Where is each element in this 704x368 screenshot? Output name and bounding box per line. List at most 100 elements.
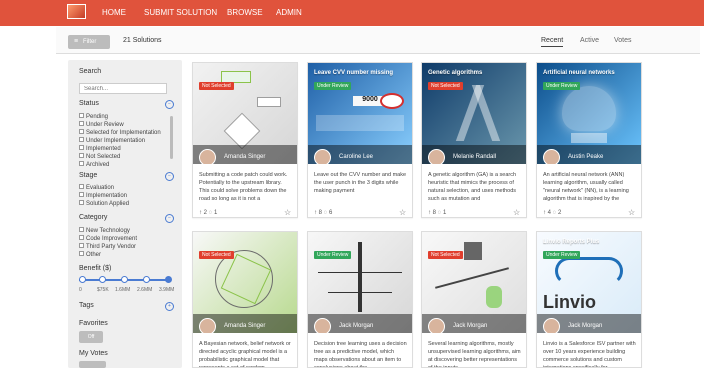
benefit-slider-max-handle[interactable] bbox=[165, 276, 172, 283]
author-name: Caroline Lee bbox=[339, 154, 374, 160]
status-under-review[interactable]: Under Review bbox=[79, 121, 167, 129]
status-label: Under Implementation bbox=[86, 138, 146, 144]
nav-home[interactable]: HOME bbox=[102, 8, 126, 17]
favorite-star-icon[interactable]: ☆ bbox=[399, 208, 406, 217]
benefit-tick-0: 0 bbox=[79, 287, 82, 293]
card-title: Leave CVV number missing bbox=[314, 70, 394, 76]
checkbox-icon bbox=[79, 243, 84, 248]
solution-card[interactable]: Artificial neural networks Under Review … bbox=[536, 62, 642, 218]
card-image: Not Selected Amanda Singer bbox=[193, 232, 297, 333]
status-not-selected[interactable]: Not Selected bbox=[79, 153, 167, 161]
filter-button[interactable]: ≡ Filter bbox=[68, 35, 110, 49]
category-label: Code Improvement bbox=[86, 236, 138, 242]
category-list: New Technology Code Improvement Third Pa… bbox=[79, 227, 167, 259]
stage-collapse-icon[interactable]: − bbox=[165, 172, 174, 181]
card-title: Linvio Reports Plus bbox=[543, 239, 600, 245]
avatar bbox=[428, 149, 445, 164]
vote-count: 4 bbox=[547, 210, 552, 216]
avatar bbox=[543, 149, 560, 164]
status-selected-implementation[interactable]: Selected for Implementation bbox=[79, 129, 167, 137]
card-stats: ↑ 8 ◌ 6 bbox=[314, 210, 332, 216]
status-badge: Under Review bbox=[314, 251, 352, 259]
status-badge: Under Review bbox=[543, 251, 581, 259]
checkbox-icon bbox=[79, 251, 84, 256]
card-description: An artificial neural network (ANN) learn… bbox=[543, 172, 629, 202]
checkbox-icon bbox=[79, 137, 84, 142]
status-badge: Not Selected bbox=[199, 82, 234, 90]
sort-active[interactable]: Active bbox=[580, 37, 599, 44]
avatar bbox=[314, 318, 331, 333]
sort-recent[interactable]: Recent bbox=[541, 37, 564, 47]
solution-card[interactable]: Leave CVV number missing 9000 Under Revi… bbox=[307, 62, 413, 218]
avatar bbox=[314, 149, 331, 164]
card-title: Genetic algorithms bbox=[428, 70, 483, 76]
status-badge: Not Selected bbox=[199, 251, 234, 259]
solution-card[interactable]: Not Selected Jack Morgan Several learnin… bbox=[421, 231, 527, 368]
vote-icon: ↑ bbox=[428, 210, 431, 216]
checkbox-icon bbox=[79, 113, 84, 118]
stage-list: Evaluation Implementation Solution Appli… bbox=[79, 184, 167, 208]
card-image: Genetic algorithms Not Selected Melanie … bbox=[422, 63, 526, 164]
my-votes-toggle[interactable] bbox=[79, 361, 106, 368]
solution-card[interactable]: Genetic algorithms Not Selected Melanie … bbox=[421, 62, 527, 218]
author-name: Amanda Singer bbox=[224, 323, 266, 329]
search-input[interactable] bbox=[79, 83, 167, 94]
vote-count: 8 bbox=[432, 210, 437, 216]
status-implemented[interactable]: Implemented bbox=[79, 145, 167, 153]
favorite-star-icon[interactable]: ☆ bbox=[513, 208, 520, 217]
status-scrollbar[interactable] bbox=[170, 116, 173, 159]
solution-card[interactable]: Not Selected Amanda Singer Submitting a … bbox=[192, 62, 298, 218]
status-label: Under Review bbox=[86, 122, 124, 128]
category-new-technology[interactable]: New Technology bbox=[79, 227, 167, 235]
card-stats: ↑ 2 ◌ 1 bbox=[199, 210, 217, 216]
category-other[interactable]: Other bbox=[79, 251, 167, 259]
favorite-star-icon[interactable]: ☆ bbox=[628, 208, 635, 217]
solution-count: 21 Solutions bbox=[123, 37, 162, 44]
card-image: Leave CVV number missing 9000 Under Revi… bbox=[308, 63, 412, 164]
status-archived[interactable]: Archived bbox=[79, 161, 167, 169]
filter-button-label: Filter bbox=[83, 39, 97, 45]
favorites-toggle[interactable]: Off bbox=[79, 331, 103, 343]
vote-icon: ↑ bbox=[199, 210, 202, 216]
card-description: A Bayesian network, belief network or di… bbox=[199, 341, 291, 368]
benefit-tick-4: 3.9MM bbox=[159, 287, 175, 293]
category-third-party-vendor[interactable]: Third Party Vendor bbox=[79, 243, 167, 251]
card-stats: ↑ 4 ◌ 2 bbox=[543, 210, 561, 216]
stage-label: Evaluation bbox=[86, 185, 115, 191]
checkbox-icon bbox=[79, 161, 84, 166]
app-logo[interactable] bbox=[67, 4, 86, 19]
category-label: Third Party Vendor bbox=[86, 244, 137, 250]
solution-card[interactable]: Not Selected Amanda Singer A Bayesian ne… bbox=[192, 231, 298, 368]
stage-solution-applied[interactable]: Solution Applied bbox=[79, 200, 167, 208]
nav-admin[interactable]: ADMIN bbox=[276, 8, 302, 17]
comment-count: 2 bbox=[557, 210, 562, 216]
comment-count: 6 bbox=[328, 210, 333, 216]
card-image: Artificial neural networks Under Review … bbox=[537, 63, 641, 164]
solution-card[interactable]: Under Review Jack Morgan Decision tree l… bbox=[307, 231, 413, 368]
status-label: Implemented bbox=[86, 146, 121, 152]
status-pending[interactable]: Pending bbox=[79, 113, 167, 121]
nav-browse[interactable]: BROWSE bbox=[227, 8, 263, 17]
checkbox-icon bbox=[79, 153, 84, 158]
card-image: Linvio Reports Plus Linvio Under Review … bbox=[537, 232, 641, 333]
card-stats: ↑ 8 ◌ 1 bbox=[428, 210, 446, 216]
status-label: Selected for Implementation bbox=[86, 130, 161, 136]
card-description: Several learning algorithms, mostly unsu… bbox=[428, 341, 521, 368]
tags-expand-icon[interactable]: + bbox=[165, 302, 174, 311]
favorite-star-icon[interactable]: ☆ bbox=[284, 208, 291, 217]
benefit-slider-min-handle[interactable] bbox=[79, 276, 86, 283]
status-collapse-icon[interactable]: − bbox=[165, 100, 174, 109]
author-name: Jack Morgan bbox=[568, 323, 603, 329]
stage-implementation[interactable]: Implementation bbox=[79, 192, 167, 200]
status-under-implementation[interactable]: Under Implementation bbox=[79, 137, 167, 145]
checkbox-icon bbox=[79, 235, 84, 240]
sort-votes[interactable]: Votes bbox=[614, 37, 632, 44]
nav-submit-solution[interactable]: SUBMIT SOLUTION bbox=[144, 8, 217, 17]
status-badge: Not Selected bbox=[428, 82, 463, 90]
card-title: Artificial neural networks bbox=[543, 70, 615, 76]
category-collapse-icon[interactable]: − bbox=[165, 214, 174, 223]
stage-evaluation[interactable]: Evaluation bbox=[79, 184, 167, 192]
solution-card[interactable]: Linvio Reports Plus Linvio Under Review … bbox=[536, 231, 642, 368]
category-code-improvement[interactable]: Code Improvement bbox=[79, 235, 167, 243]
category-label: New Technology bbox=[86, 228, 130, 234]
